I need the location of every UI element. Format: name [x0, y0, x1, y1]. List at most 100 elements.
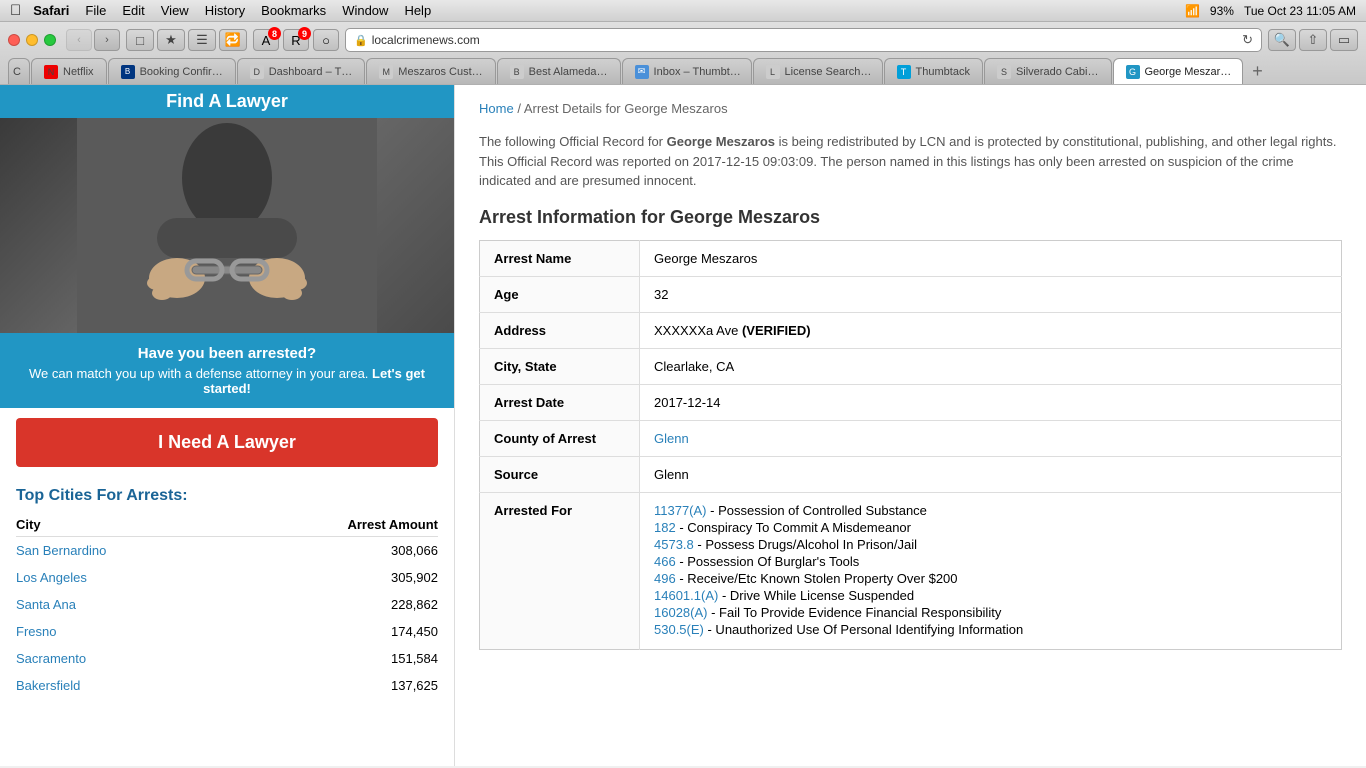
field-label: County of Arrest: [480, 420, 640, 456]
show-sidebar-button[interactable]: ☰: [188, 29, 216, 51]
tab-license-search-label: License Search…: [785, 66, 872, 78]
menu-edit[interactable]: Edit: [122, 3, 144, 18]
lawyer-cta: Have you been arrested? We can match you…: [0, 333, 454, 408]
ext-reddit-icon[interactable]: R9: [283, 29, 309, 51]
tab-thumbtack-label: Thumbtack: [916, 66, 970, 78]
tab-thumbtack[interactable]: T Thumbtack: [884, 58, 983, 84]
charge-link[interactable]: 14601.1(A): [654, 588, 718, 603]
charge-link[interactable]: 466: [654, 554, 676, 569]
menu-history[interactable]: History: [205, 3, 245, 18]
info-row: SourceGlenn: [480, 456, 1342, 492]
city-link[interactable]: Santa Ana: [16, 597, 76, 612]
traffic-lights: [8, 34, 56, 46]
city-count: 305,902: [227, 564, 438, 591]
field-label: Arrested For: [480, 492, 640, 649]
ext-amazon-icon[interactable]: A8: [253, 29, 279, 51]
charge-link[interactable]: 182: [654, 520, 676, 535]
minimize-window-button[interactable]: [26, 34, 38, 46]
reload-button[interactable]: ↻: [1242, 32, 1253, 48]
search-button[interactable]: 🔍: [1268, 29, 1296, 51]
menu-file[interactable]: File: [85, 3, 106, 18]
info-row: County of Arrest Glenn: [480, 420, 1342, 456]
breadcrumb-home-link[interactable]: Home: [479, 101, 514, 116]
city-row: Sacramento 151,584: [16, 645, 438, 672]
tab-silverado-label: Silverado Cabi…: [1016, 66, 1099, 78]
show-tab-overview-button[interactable]: □: [126, 29, 154, 51]
cities-table: City Arrest Amount San Bernardino 308,06…: [16, 513, 438, 699]
menu-window[interactable]: Window: [342, 3, 388, 18]
tab-c[interactable]: C: [8, 58, 30, 84]
city-col-header: City: [16, 513, 227, 537]
tab-netflix[interactable]: N Netflix: [31, 58, 107, 84]
county-link[interactable]: Glenn: [654, 431, 689, 446]
city-row: Santa Ana 228,862: [16, 591, 438, 618]
fullscreen-window-button[interactable]: [44, 34, 56, 46]
tab-dashboard-label: Dashboard – T…: [269, 66, 353, 78]
back-button[interactable]: ‹: [66, 29, 92, 51]
show-favorites-button[interactable]: ★: [157, 29, 185, 51]
city-link[interactable]: Bakersfield: [16, 678, 80, 693]
i-need-a-lawyer-button[interactable]: I Need A Lawyer: [16, 418, 438, 467]
open-new-window-button[interactable]: ▭: [1330, 29, 1358, 51]
menu-safari[interactable]: Safari: [33, 3, 69, 18]
tab-meszaros-cust-label: Meszaros Cust…: [398, 66, 482, 78]
charge-link[interactable]: 16028(A): [654, 605, 707, 620]
tab-inbox[interactable]: ✉ Inbox – Thumbt…: [622, 58, 752, 84]
charge-item: 11377(A) - Possession of Controlled Subs…: [654, 503, 1327, 518]
apple-menu[interactable]: : [10, 2, 21, 19]
new-tab-button[interactable]: +: [1244, 58, 1272, 84]
tab-booking-label: Booking Confir…: [140, 66, 223, 78]
field-value: Clearlake, CA: [640, 348, 1342, 384]
tab-inbox-label: Inbox – Thumbt…: [654, 66, 741, 78]
close-window-button[interactable]: [8, 34, 20, 46]
city-link[interactable]: Sacramento: [16, 651, 86, 666]
city-link[interactable]: Los Angeles: [16, 570, 87, 585]
find-lawyer-banner: Find A Lawyer: [0, 85, 454, 118]
menu-bookmarks[interactable]: Bookmarks: [261, 3, 326, 18]
address-bar[interactable]: 🔒 localcrimenews.com ↻: [345, 28, 1262, 52]
lawyer-cta-title: Have you been arrested?: [16, 345, 438, 362]
menubar:  Safari File Edit View History Bookmark…: [0, 0, 1366, 22]
share-button[interactable]: 🔁: [219, 29, 247, 51]
tab-netflix-label: Netflix: [63, 66, 94, 78]
city-row: Fresno 174,450: [16, 618, 438, 645]
inbox-favicon: ✉: [635, 65, 649, 79]
legal-name: George Meszaros: [667, 134, 775, 149]
sidebar: Find A Lawyer: [0, 85, 455, 766]
tab-dashboard[interactable]: D Dashboard – T…: [237, 58, 366, 84]
wifi-icon: 📶: [1185, 4, 1200, 18]
thumbtack-favicon: T: [897, 65, 911, 79]
city-link[interactable]: Fresno: [16, 624, 56, 639]
city-link[interactable]: San Bernardino: [16, 543, 106, 558]
charge-item: 466 - Possession Of Burglar's Tools: [654, 554, 1327, 569]
charge-link[interactable]: 496: [654, 571, 676, 586]
arrest-info-table: Arrest NameGeorge MeszarosAge32AddressXX…: [479, 240, 1342, 650]
tab-license-search[interactable]: L License Search…: [753, 58, 883, 84]
tab-silverado[interactable]: S Silverado Cabi…: [984, 58, 1112, 84]
tab-meszaros-cust[interactable]: M Meszaros Cust…: [366, 58, 495, 84]
dashboard-favicon: D: [250, 65, 264, 79]
info-row: Arrest NameGeorge Meszaros: [480, 240, 1342, 276]
lock-icon: 🔒: [354, 34, 368, 47]
charge-link[interactable]: 4573.8: [654, 537, 694, 552]
charge-link[interactable]: 11377(A): [654, 503, 707, 518]
url-text: localcrimenews.com: [372, 33, 480, 47]
menu-view[interactable]: View: [161, 3, 189, 18]
ext-other-icon[interactable]: ○: [313, 29, 339, 51]
field-value: Glenn: [640, 456, 1342, 492]
share-page-button[interactable]: ⇧: [1299, 29, 1327, 51]
tab-george-meszar[interactable]: G George Meszar…: [1113, 58, 1243, 84]
field-value: 2017-12-14: [640, 384, 1342, 420]
city-row: San Bernardino 308,066: [16, 537, 438, 565]
tab-best-alameda[interactable]: B Best Alameda…: [497, 58, 621, 84]
top-cities-title: Top Cities For Arrests:: [16, 487, 438, 505]
menu-help[interactable]: Help: [404, 3, 431, 18]
forward-button[interactable]: ›: [94, 29, 120, 51]
charge-item: 530.5(E) - Unauthorized Use Of Personal …: [654, 622, 1327, 637]
arrest-col-header: Arrest Amount: [227, 513, 438, 537]
tab-booking[interactable]: B Booking Confir…: [108, 58, 236, 84]
battery-status: 93%: [1210, 4, 1234, 18]
top-cities: Top Cities For Arrests: City Arrest Amou…: [0, 477, 454, 709]
charge-link[interactable]: 530.5(E): [654, 622, 704, 637]
handcuffs-illustration: [77, 118, 377, 333]
